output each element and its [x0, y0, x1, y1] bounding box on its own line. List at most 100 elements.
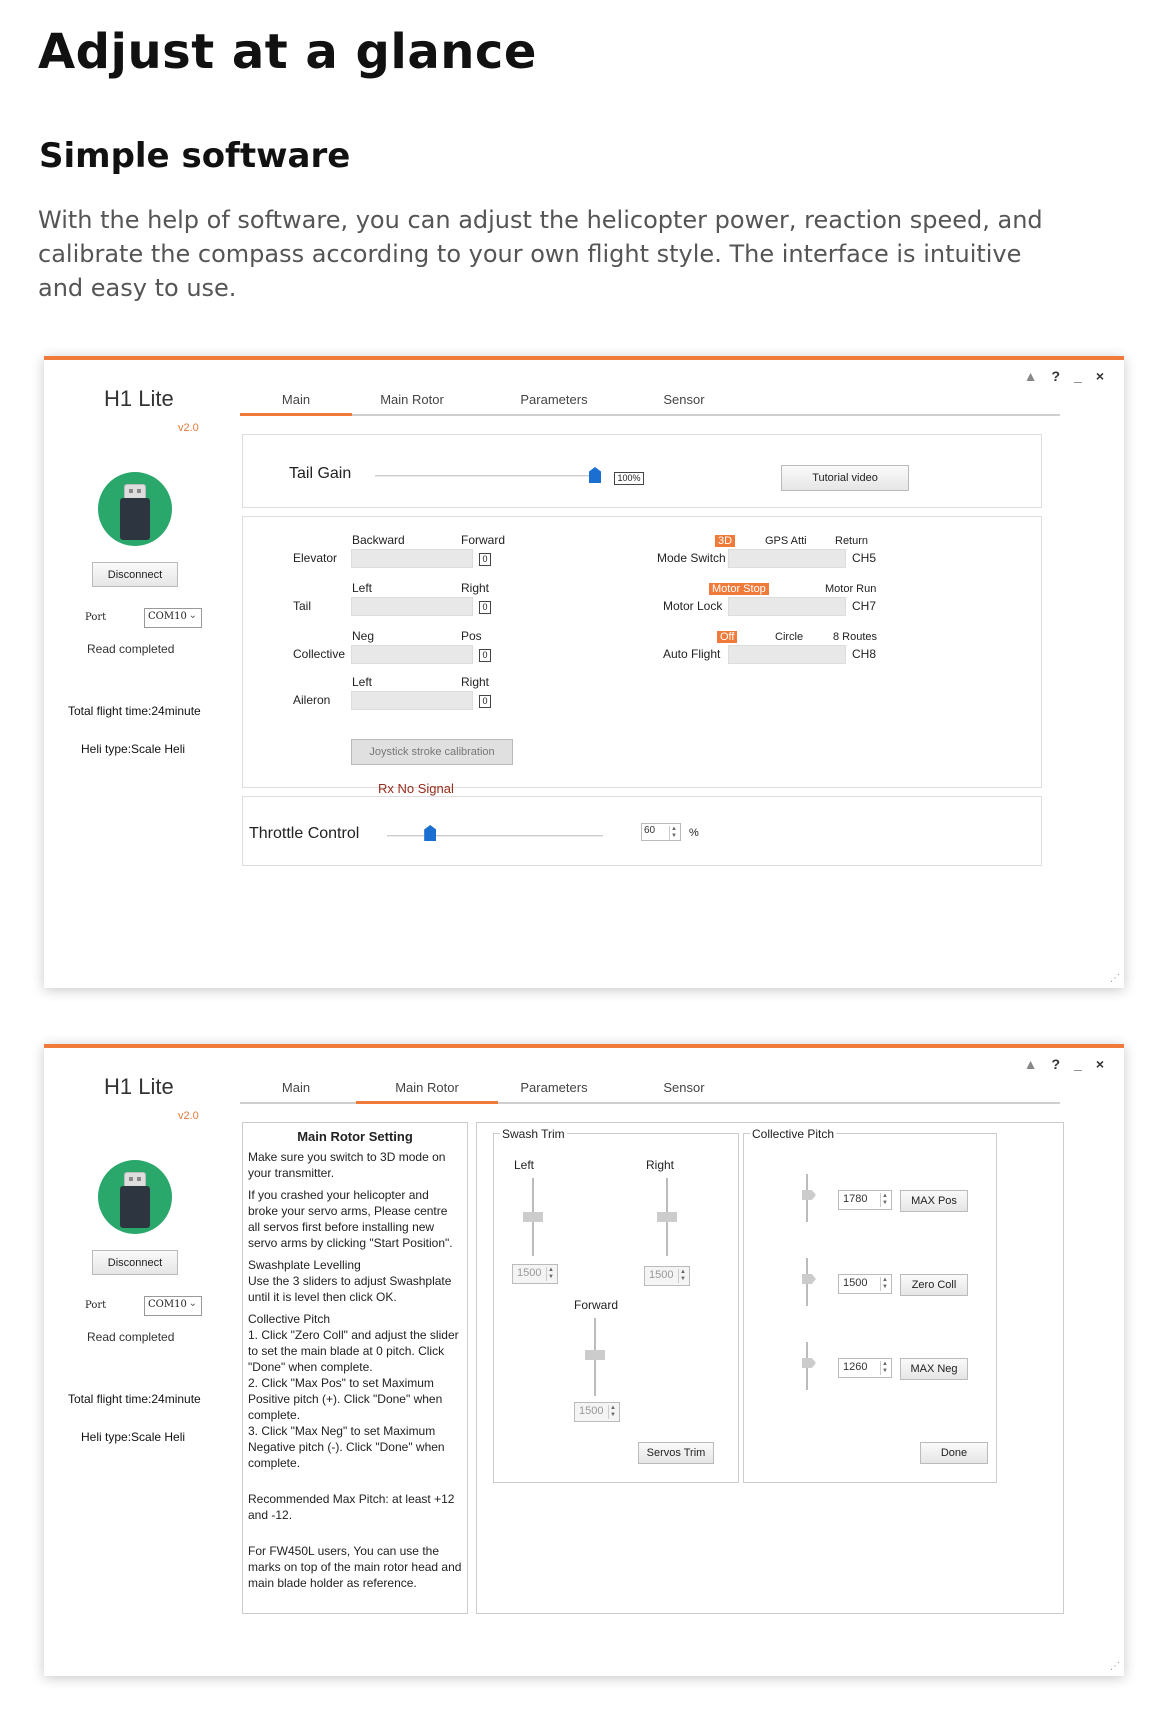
- pitch-input[interactable]: 1500 ▲ ▼: [838, 1274, 892, 1294]
- servos-trim-button[interactable]: Servos Trim: [638, 1442, 714, 1464]
- switch-bar: [728, 549, 846, 568]
- instruction-paragraph: For FW450L users, You can use the marks …: [248, 1544, 462, 1590]
- spin-arrows-icon[interactable]: ▲ ▼: [678, 1269, 687, 1283]
- port-label: Port: [85, 612, 107, 623]
- swash-trim-title: Swash Trim: [500, 1127, 567, 1141]
- channel-max-label: Right: [461, 675, 490, 689]
- pitch-button[interactable]: MAX Pos: [900, 1190, 968, 1212]
- channel-min-label: Backward: [352, 533, 405, 547]
- throttle-panel: Throttle Control 60 ▲ ▼ %: [242, 796, 1042, 866]
- resize-grip-icon[interactable]: ⋰: [1110, 973, 1120, 984]
- instruction-paragraph: Recommended Max Pitch: at least +12 and …: [248, 1492, 455, 1522]
- tab-main[interactable]: Main: [240, 1080, 352, 1104]
- switch-channel: CH5: [852, 551, 877, 565]
- tab-parameters[interactable]: Parameters: [498, 392, 610, 416]
- spin-arrows-icon[interactable]: ▲ ▼: [608, 1405, 617, 1419]
- channel-min-label: Neg: [352, 629, 375, 643]
- port-select[interactable]: COM10 ⌄: [144, 608, 202, 628]
- switch-channel: CH8: [852, 647, 877, 661]
- swash-left-label: Left: [514, 1158, 535, 1172]
- tail-gain-thumb[interactable]: [589, 467, 601, 483]
- spin-arrows-icon[interactable]: ▲ ▼: [880, 1193, 889, 1207]
- channel-value: 0: [479, 601, 491, 614]
- throttle-unit: %: [689, 827, 699, 839]
- throttle-thumb[interactable]: [424, 825, 437, 841]
- channel-bar: [351, 691, 473, 710]
- joystick-calibration-button[interactable]: Joystick stroke calibration: [351, 739, 513, 765]
- swash-forward-thumb[interactable]: [585, 1350, 605, 1360]
- instructions-text: Make sure you switch to 3D mode on your …: [248, 1149, 462, 1591]
- tail-gain-slider[interactable]: [375, 475, 595, 477]
- pitch-thumb[interactable]: [802, 1274, 816, 1284]
- swash-forward-label: Forward: [574, 1298, 619, 1312]
- channel-label: Tail: [293, 599, 312, 613]
- instruction-paragraph: Swashplate Levelling Use the 3 sliders t…: [248, 1258, 452, 1304]
- done-button[interactable]: Done: [920, 1442, 988, 1464]
- pitch-thumb[interactable]: [802, 1190, 816, 1200]
- switch-option[interactable]: Motor Run: [825, 583, 876, 595]
- switch-option[interactable]: Off: [717, 631, 738, 643]
- page-subheading: Simple software: [39, 136, 351, 176]
- tail-gain-value: 100%: [614, 472, 644, 485]
- pitch-thumb[interactable]: [802, 1358, 816, 1368]
- shirt-icon[interactable]: ▲: [1024, 368, 1038, 384]
- throttle-slider[interactable]: [387, 835, 603, 837]
- window-controls: ▲ ? _ ×: [1024, 1056, 1104, 1072]
- channel-label: Elevator: [293, 551, 338, 565]
- switch-option[interactable]: GPS Atti: [765, 535, 807, 547]
- swash-left-input[interactable]: 1500 ▲ ▼: [512, 1264, 558, 1284]
- switch-option[interactable]: 3D: [715, 535, 736, 547]
- disconnect-button[interactable]: Disconnect: [92, 562, 178, 587]
- instruction-paragraph: [248, 1529, 462, 1537]
- switch-option[interactable]: Return: [835, 535, 868, 547]
- spin-arrows-icon[interactable]: ▲ ▼: [669, 826, 678, 840]
- spin-arrows-icon[interactable]: ▲ ▼: [546, 1267, 555, 1281]
- usb-avatar: [98, 472, 172, 546]
- switch-bar: [728, 645, 846, 664]
- swash-right-thumb[interactable]: [657, 1212, 677, 1222]
- help-icon[interactable]: ?: [1051, 368, 1060, 384]
- usb-avatar: [98, 1160, 172, 1234]
- help-icon[interactable]: ?: [1051, 1056, 1060, 1072]
- tab-main[interactable]: Main: [240, 392, 352, 416]
- minimize-icon[interactable]: _: [1074, 368, 1082, 384]
- swash-right-input[interactable]: 1500 ▲ ▼: [644, 1266, 690, 1286]
- flight-time: Total flight time:24minute: [68, 1392, 201, 1406]
- channel-label: Aileron: [293, 693, 331, 707]
- tab-sensor[interactable]: Sensor: [628, 1080, 740, 1104]
- pitch-input[interactable]: 1780 ▲ ▼: [838, 1190, 892, 1210]
- channel-min-label: Left: [352, 581, 373, 595]
- switch-option[interactable]: Circle: [775, 631, 803, 643]
- swash-left-thumb[interactable]: [523, 1212, 543, 1222]
- tutorial-video-button[interactable]: Tutorial video: [781, 465, 909, 491]
- instruction-paragraph: Make sure you switch to 3D mode on your …: [248, 1150, 446, 1180]
- tab-parameters[interactable]: Parameters: [498, 1080, 610, 1104]
- close-icon[interactable]: ×: [1096, 368, 1104, 384]
- resize-grip-icon[interactable]: ⋰: [1110, 1661, 1120, 1672]
- shirt-icon[interactable]: ▲: [1024, 1056, 1038, 1072]
- switch-option[interactable]: Motor Stop: [709, 583, 769, 595]
- tail-gain-label: Tail Gain: [289, 465, 352, 482]
- tab-main-rotor[interactable]: Main Rotor: [356, 392, 468, 416]
- spin-arrows-icon[interactable]: ▲ ▼: [880, 1277, 889, 1291]
- channels-panel: Elevator Backward Forward 0 Tail Left Rig…: [242, 516, 1042, 796]
- swash-forward-input[interactable]: 1500 ▲ ▼: [574, 1402, 620, 1422]
- channel-bar: [351, 597, 473, 616]
- spin-arrows-icon[interactable]: ▲ ▼: [880, 1361, 889, 1375]
- port-select[interactable]: COM10 ⌄: [144, 1296, 202, 1316]
- throttle-input[interactable]: 60 ▲ ▼: [641, 823, 681, 841]
- minimize-icon[interactable]: _: [1074, 1056, 1082, 1072]
- disconnect-button[interactable]: Disconnect: [92, 1250, 178, 1275]
- version-label: v2.0: [178, 422, 199, 434]
- tab-sensor[interactable]: Sensor: [628, 392, 740, 416]
- page-description: With the help of software, you can adjus…: [38, 206, 1043, 302]
- tab-main-rotor[interactable]: Main Rotor: [356, 1080, 498, 1104]
- rotor-heading: Main Rotor Setting: [297, 1129, 413, 1144]
- pitch-input[interactable]: 1260 ▲ ▼: [838, 1358, 892, 1378]
- pitch-button[interactable]: MAX Neg: [900, 1358, 968, 1380]
- channel-max-label: Pos: [461, 629, 482, 643]
- pitch-button[interactable]: Zero Coll: [900, 1274, 968, 1296]
- switch-option[interactable]: 8 Routes: [833, 631, 877, 643]
- switch-label: Mode Switch: [657, 551, 726, 565]
- close-icon[interactable]: ×: [1096, 1056, 1104, 1072]
